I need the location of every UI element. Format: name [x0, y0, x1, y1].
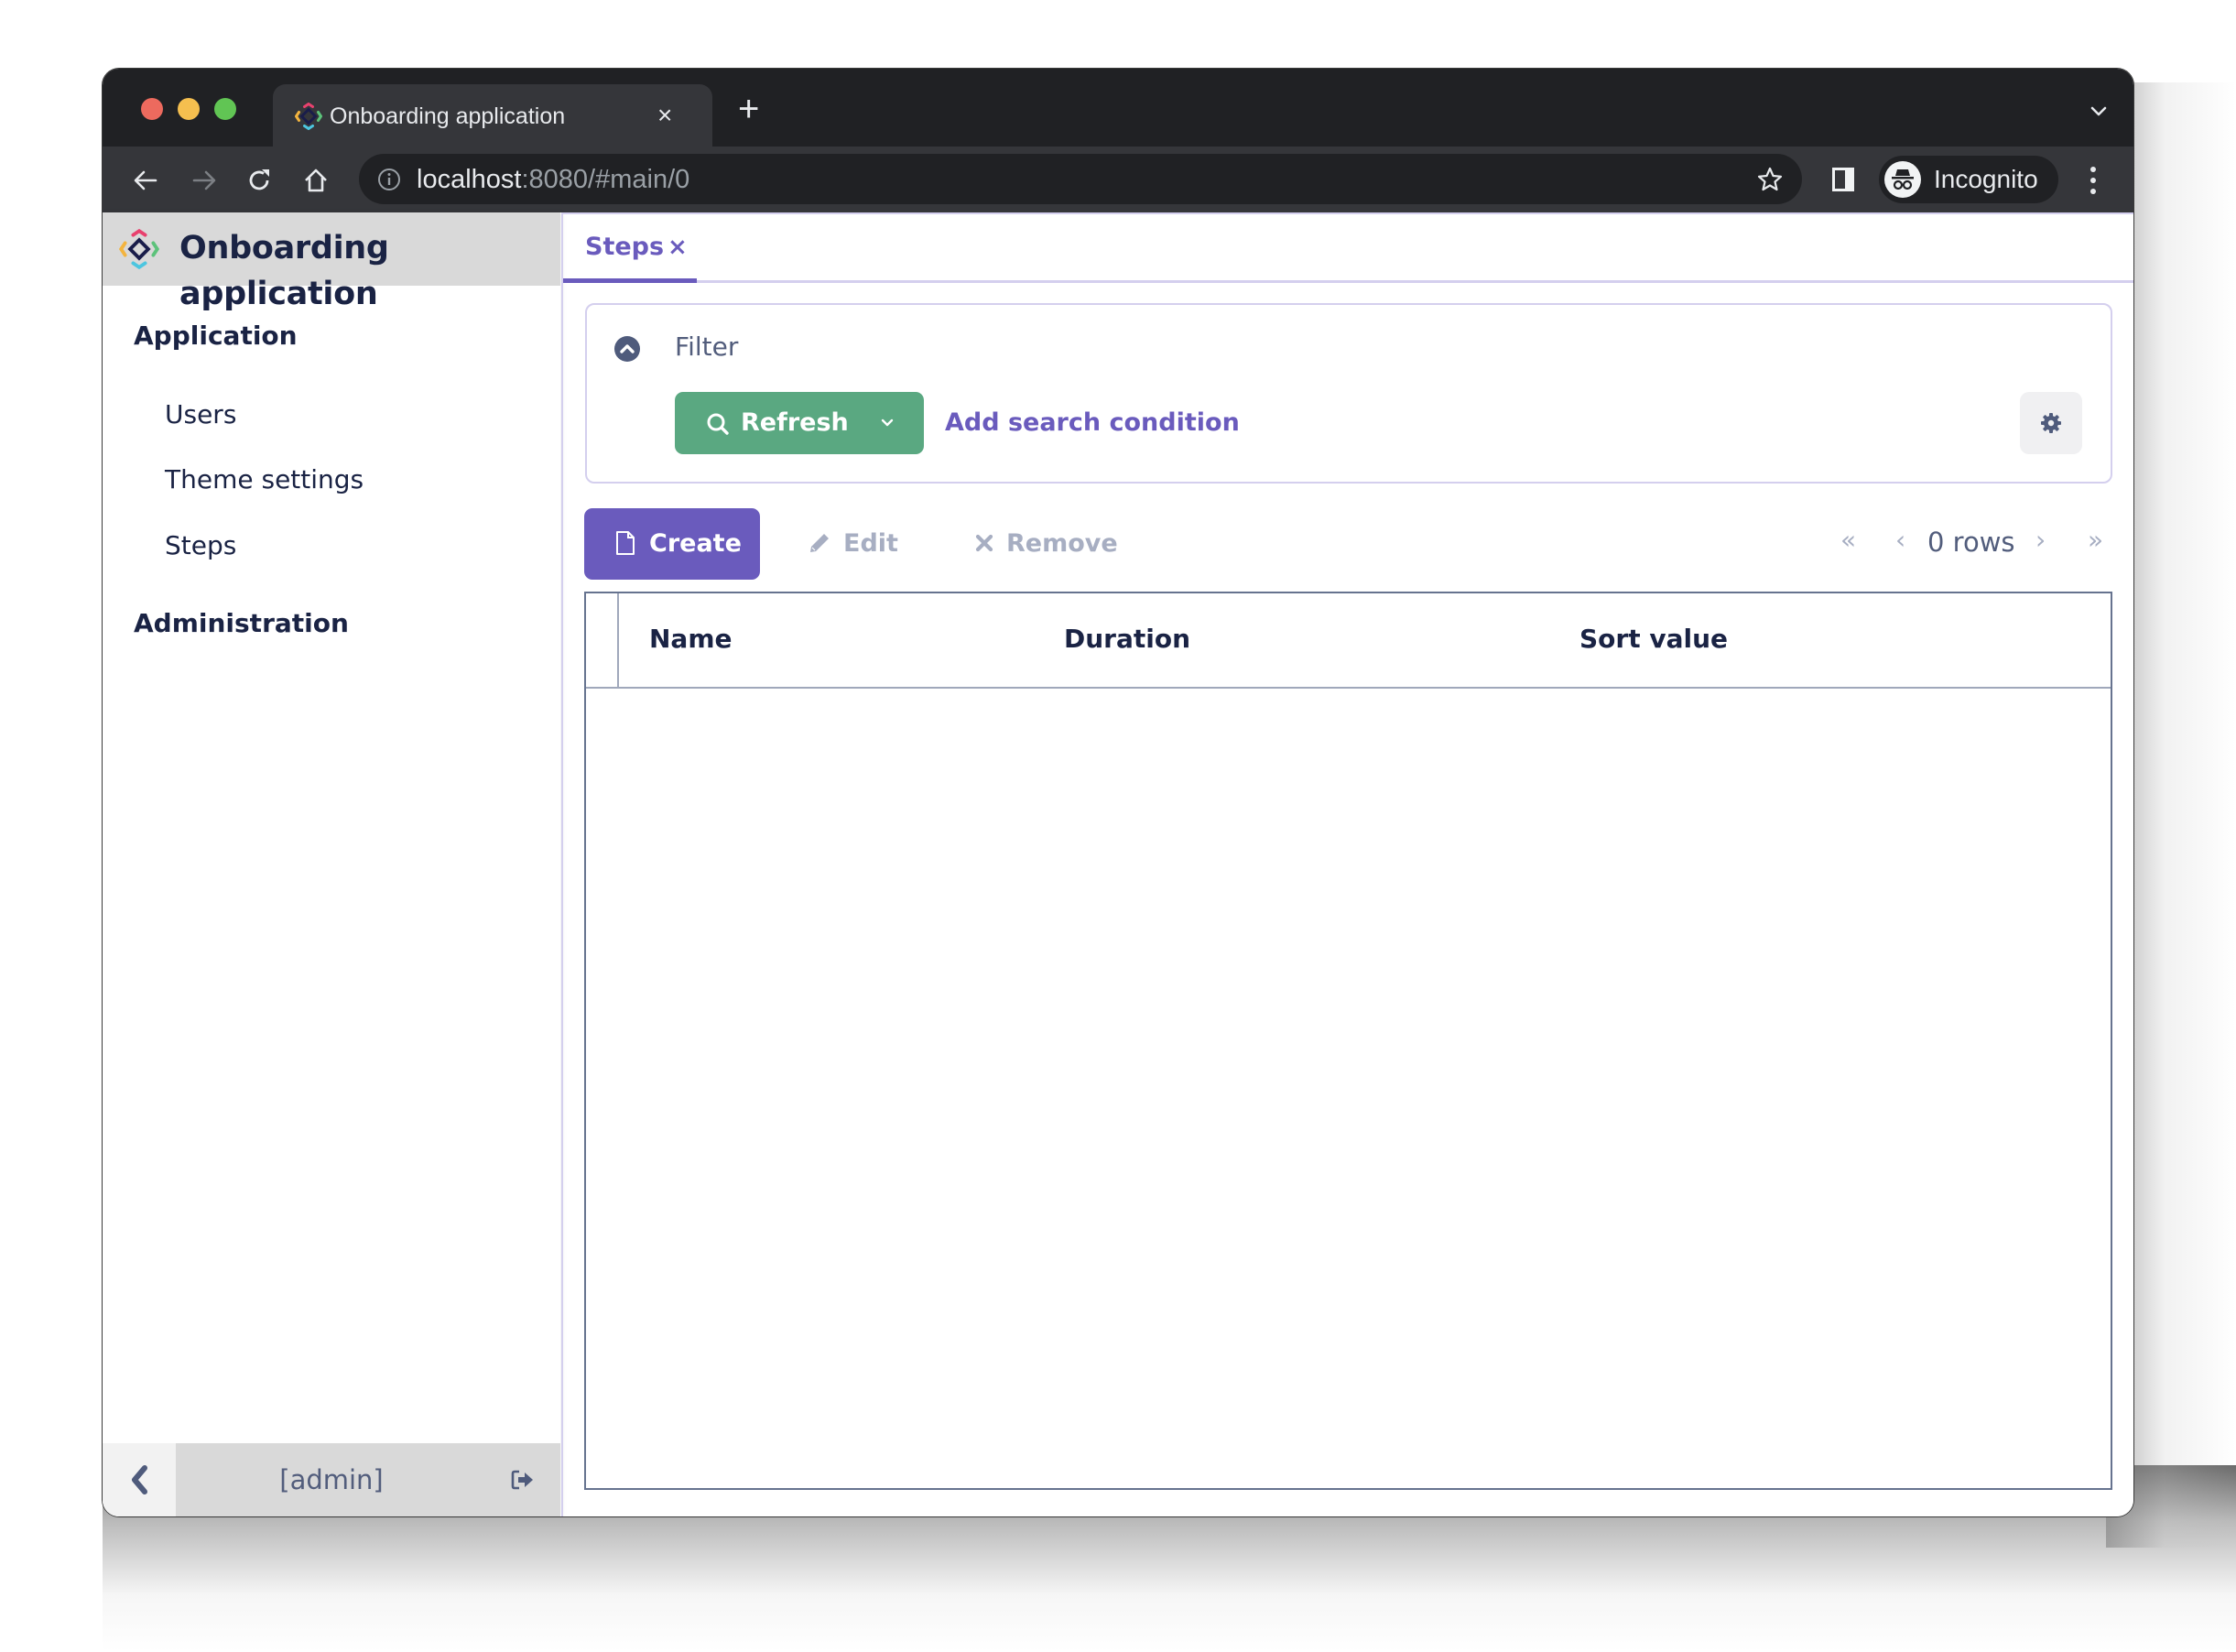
browser-tab-close-button[interactable]: ×: [657, 99, 672, 132]
browser-toolbar: localhost:8080/#main/0 Incognito: [103, 147, 2133, 212]
browser-tab-active[interactable]: Onboarding application ×: [273, 84, 712, 147]
browser-tab-strip: Onboarding application × +: [103, 69, 2133, 147]
column-header-duration[interactable]: Duration: [1064, 621, 1190, 658]
selection-column-divider: [617, 593, 619, 687]
back-arrow-icon[interactable]: [132, 167, 159, 194]
new-file-icon: [616, 531, 635, 555]
remove-button[interactable]: Remove: [975, 508, 1122, 580]
maximize-window-button[interactable]: [214, 98, 236, 120]
create-label: Create: [649, 529, 742, 558]
last-page-button[interactable]: »: [2088, 522, 2103, 559]
rows-count[interactable]: 0 rows: [1927, 524, 2015, 560]
app-root: Onboarding application Application Users…: [103, 212, 2133, 1516]
next-page-button[interactable]: ›: [2035, 522, 2046, 559]
main-content: Steps × Filter Refresh Add search condit…: [561, 212, 2133, 1516]
sidebar-group-application[interactable]: Application: [134, 318, 298, 354]
chevron-up-circle-icon[interactable]: [614, 336, 640, 362]
pencil-icon: [810, 534, 829, 552]
forward-arrow-icon[interactable]: [190, 167, 218, 194]
edit-button[interactable]: Edit: [809, 508, 918, 580]
column-header-name[interactable]: Name: [649, 621, 733, 658]
gear-icon: [2041, 413, 2061, 433]
sidebar-group-administration[interactable]: Administration: [134, 605, 349, 642]
chevron-down-icon[interactable]: [880, 418, 895, 429]
filter-settings-button[interactable]: [2020, 392, 2082, 454]
incognito-profile-button[interactable]: Incognito: [1879, 156, 2058, 203]
close-window-button[interactable]: [141, 98, 163, 120]
app-title: Onboarding application: [179, 230, 389, 312]
minimize-window-button[interactable]: [178, 98, 200, 120]
app-logo-icon: [119, 229, 159, 269]
address-bar[interactable]: localhost:8080/#main/0: [359, 154, 1802, 204]
browser-window: Onboarding application × + localhost:808…: [103, 69, 2133, 1516]
edit-label: Edit: [843, 529, 898, 558]
tab-steps-close-icon[interactable]: ×: [668, 229, 688, 266]
sidebar-footer: [admin]: [103, 1443, 560, 1516]
table-header: Name Duration Sort value: [586, 593, 2111, 689]
filter-panel: Filter Refresh Add search condition: [585, 303, 2112, 484]
workspace-tabs: Steps ×: [563, 214, 2133, 283]
bookmark-star-icon[interactable]: [1756, 166, 1784, 193]
collapse-sidebar-button[interactable]: [103, 1443, 176, 1516]
incognito-avatar: [1884, 161, 1921, 198]
steps-table: Name Duration Sort value: [584, 592, 2112, 1490]
sidebar-item-theme-settings[interactable]: Theme settings: [165, 462, 364, 498]
tab-steps-label: Steps: [585, 233, 665, 261]
remove-x-icon: [975, 534, 993, 552]
add-search-condition-link[interactable]: Add search condition: [945, 405, 1240, 441]
active-tab-indicator: [563, 278, 697, 283]
app-favicon-icon: [295, 103, 322, 130]
current-user-label: [admin]: [279, 1464, 384, 1495]
chevron-left-icon: [132, 1465, 147, 1494]
new-tab-button[interactable]: +: [738, 91, 759, 127]
site-info-icon[interactable]: [377, 168, 401, 191]
sidebar: Onboarding application Application Users…: [103, 212, 560, 1516]
sidebar-header: Onboarding application: [103, 212, 560, 312]
tab-search-chevron-icon[interactable]: [2088, 100, 2110, 122]
incognito-icon: [1892, 169, 1914, 190]
incognito-label: Incognito: [1934, 165, 2038, 193]
column-header-sort-value[interactable]: Sort value: [1579, 621, 1728, 658]
refresh-label: Refresh: [741, 408, 849, 437]
remove-label: Remove: [1006, 529, 1118, 558]
search-icon: [707, 413, 729, 435]
side-panel-icon[interactable]: [1831, 167, 1855, 192]
first-page-button[interactable]: «: [1840, 522, 1856, 559]
sidebar-item-users[interactable]: Users: [165, 397, 236, 433]
create-button[interactable]: Create: [584, 508, 760, 580]
sidebar-item-steps[interactable]: Steps: [165, 527, 236, 564]
logout-icon[interactable]: [511, 1469, 535, 1491]
tab-steps[interactable]: Steps ×: [563, 214, 697, 283]
previous-page-button[interactable]: ‹: [1895, 522, 1905, 559]
home-icon[interactable]: [302, 167, 330, 194]
browser-tab-title: Onboarding application: [330, 103, 566, 129]
browser-menu-icon[interactable]: [2086, 165, 2100, 196]
reload-icon[interactable]: [245, 167, 273, 194]
url-text: localhost:8080/#main/0: [417, 165, 690, 194]
refresh-button[interactable]: Refresh: [675, 392, 924, 454]
filter-label: Filter: [675, 331, 739, 362]
